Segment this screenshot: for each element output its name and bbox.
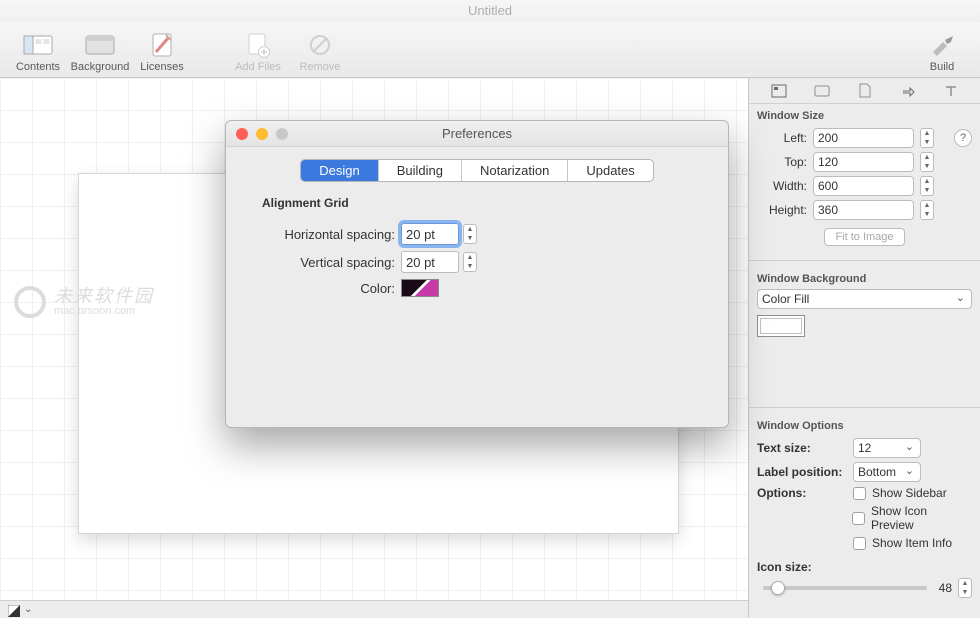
fit-to-image-button[interactable]: Fit to Image <box>824 228 904 246</box>
background-label: Background <box>71 61 130 73</box>
text-size-label: Text size: <box>757 441 847 455</box>
window-title: Untitled <box>0 0 980 22</box>
show-icon-preview-label: Show Icon Preview <box>871 504 972 532</box>
tab-screen-icon[interactable] <box>813 82 831 100</box>
tab-text-icon[interactable] <box>942 82 960 100</box>
inspector-panel: Window Size Left: 200 ▲▼ ? Top: 120 ▲▼ W… <box>748 78 980 618</box>
grid-color-well[interactable] <box>401 279 439 297</box>
tab-document-icon[interactable] <box>856 82 874 100</box>
remove-button[interactable]: Remove <box>292 31 348 73</box>
add-files-icon <box>242 31 274 59</box>
hspacing-label: Horizontal spacing: <box>226 227 401 242</box>
bottom-bar: ⌄ <box>0 600 748 618</box>
options-label: Options: <box>757 486 847 500</box>
inspector-tabs <box>749 78 980 104</box>
build-label: Build <box>930 61 954 73</box>
main-toolbar: Contents Background Licenses Add Files R… <box>0 22 980 78</box>
window-options-heading: Window Options <box>749 414 980 436</box>
left-field[interactable]: 200 <box>813 128 914 148</box>
licenses-icon <box>146 31 178 59</box>
add-files-label: Add Files <box>235 61 281 73</box>
width-stepper[interactable]: ▲▼ <box>920 176 934 196</box>
contents-icon <box>22 31 54 59</box>
icon-size-stepper[interactable]: ▲▼ <box>958 578 972 598</box>
remove-icon <box>304 31 336 59</box>
add-files-button[interactable]: Add Files <box>230 31 286 73</box>
show-sidebar-label: Show Sidebar <box>872 486 947 500</box>
hspacing-field[interactable]: 20 pt <box>401 223 459 245</box>
alignment-grid-heading: Alignment Grid <box>226 192 728 220</box>
vspacing-field[interactable]: 20 pt <box>401 251 459 273</box>
tab-updates[interactable]: Updates <box>568 160 652 181</box>
height-field[interactable]: 360 <box>813 200 914 220</box>
bg-color-well[interactable] <box>757 315 805 337</box>
left-label: Left: <box>757 131 807 145</box>
color-label: Color: <box>226 281 401 296</box>
contents-button[interactable]: Contents <box>10 31 66 73</box>
icon-size-slider[interactable] <box>763 586 927 590</box>
appearance-icon[interactable] <box>8 605 18 615</box>
slider-thumb[interactable] <box>771 581 785 595</box>
icon-size-label: Icon size: <box>757 560 812 574</box>
remove-label: Remove <box>300 61 341 73</box>
left-stepper[interactable]: ▲▼ <box>920 128 934 148</box>
tab-design[interactable]: Design <box>301 160 378 181</box>
build-icon <box>926 31 958 59</box>
width-label: Width: <box>757 179 807 193</box>
window-bg-heading: Window Background <box>749 267 980 289</box>
chevron-down-icon[interactable]: ⌄ <box>24 604 32 615</box>
vspacing-label: Vertical spacing: <box>226 255 401 270</box>
tab-building[interactable]: Building <box>379 160 462 181</box>
height-stepper[interactable]: ▲▼ <box>920 200 934 220</box>
text-size-dropdown[interactable]: 12 <box>853 438 921 458</box>
show-sidebar-checkbox[interactable] <box>853 487 866 500</box>
background-button[interactable]: Background <box>72 31 128 73</box>
build-button[interactable]: Build <box>914 31 970 73</box>
window-size-heading: Window Size <box>749 104 980 126</box>
icon-size-value: 48 <box>939 581 952 595</box>
licenses-button[interactable]: Licenses <box>134 31 190 73</box>
bg-mode-dropdown[interactable]: Color Fill <box>757 289 972 309</box>
top-label: Top: <box>757 155 807 169</box>
height-label: Height: <box>757 203 807 217</box>
tab-window-icon[interactable] <box>770 82 788 100</box>
width-field[interactable]: 600 <box>813 176 914 196</box>
tab-pin-icon[interactable] <box>899 82 917 100</box>
preferences-title: Preferences <box>226 126 728 141</box>
label-position-label: Label position: <box>757 465 847 479</box>
vspacing-stepper[interactable]: ▲▼ <box>463 252 477 272</box>
preferences-titlebar[interactable]: Preferences <box>226 121 728 147</box>
licenses-label: Licenses <box>140 61 183 73</box>
show-icon-preview-checkbox[interactable] <box>852 512 865 525</box>
show-item-info-label: Show Item Info <box>872 536 952 550</box>
hspacing-stepper[interactable]: ▲▼ <box>463 224 477 244</box>
top-field[interactable]: 120 <box>813 152 914 172</box>
show-item-info-checkbox[interactable] <box>853 537 866 550</box>
background-icon <box>84 31 116 59</box>
contents-label: Contents <box>16 61 60 73</box>
prefs-tabbar: Design Building Notarization Updates <box>226 147 728 192</box>
tab-notarization[interactable]: Notarization <box>462 160 568 181</box>
top-stepper[interactable]: ▲▼ <box>920 152 934 172</box>
help-button[interactable]: ? <box>954 129 972 147</box>
label-position-dropdown[interactable]: Bottom <box>853 462 921 482</box>
preferences-window: Preferences Design Building Notarization… <box>225 120 729 428</box>
